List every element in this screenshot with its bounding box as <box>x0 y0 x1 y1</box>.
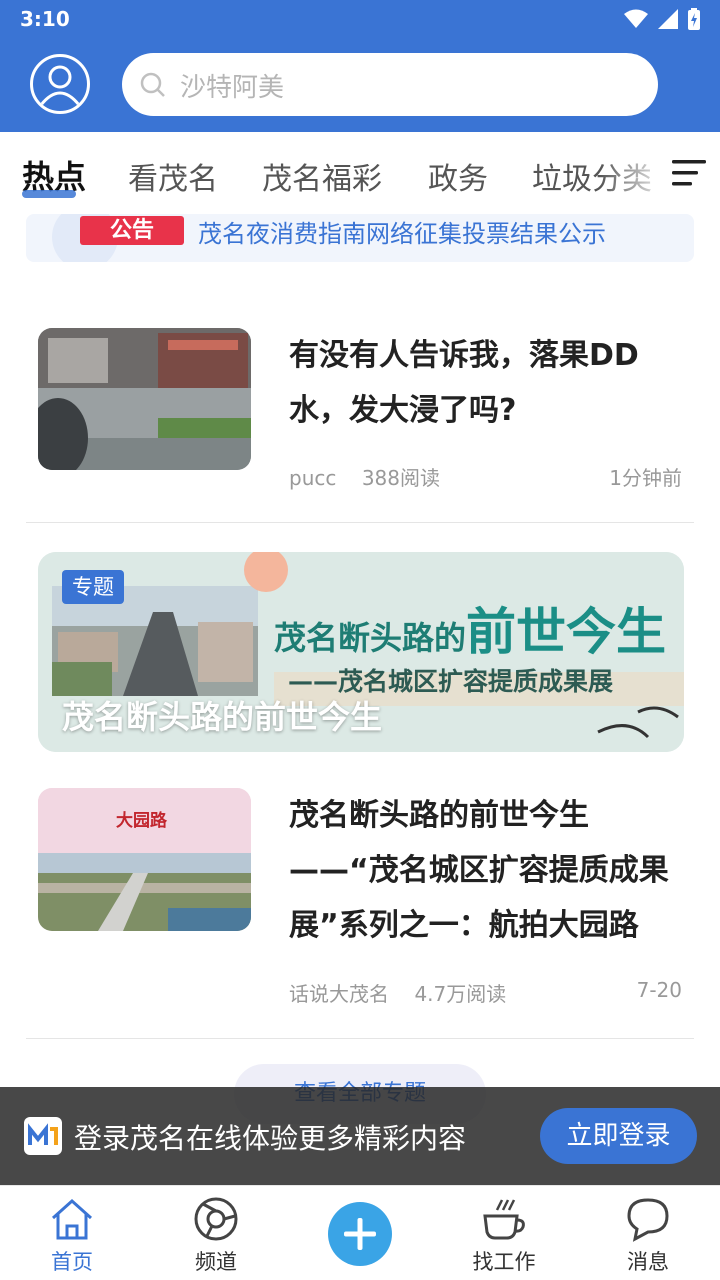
article-meta: 话说大茂名 4.7万阅读 <box>289 978 506 1007</box>
banner-title-prefix: 茂名断头路的 <box>274 619 467 657</box>
banner-tag: 专题 <box>62 570 124 604</box>
search-icon <box>140 72 165 97</box>
menu-icon[interactable] <box>672 160 706 186</box>
nav-home[interactable]: 首页 <box>12 1186 132 1280</box>
banner-title-big: 前世今生 <box>466 602 667 661</box>
channel-icon <box>194 1197 238 1241</box>
nav-channel[interactable]: 频道 <box>156 1186 276 1280</box>
bottom-nav: 首页 频道 找工作 消息 <box>0 1185 720 1280</box>
tab-lottery[interactable]: 茂名福彩 <box>262 154 382 198</box>
nav-label: 找工作 <box>472 1250 536 1274</box>
banner-title: 茂名断头路的前世今生 <box>274 592 666 664</box>
signal-icon <box>658 9 678 29</box>
article-time: 7-20 <box>636 978 682 1002</box>
article-author: pucc <box>289 466 337 490</box>
login-prompt-text: 登录茂名在线体验更多精彩内容 <box>74 1122 467 1155</box>
home-icon <box>51 1198 93 1240</box>
article-title[interactable]: 有没有人告诉我，落果DD水，发大浸了吗? <box>289 328 689 438</box>
coffee-icon <box>483 1199 525 1240</box>
tab-maoming[interactable]: 看茂名 <box>128 154 218 198</box>
tab-government[interactable]: 政务 <box>428 154 488 198</box>
nav-label: 消息 <box>627 1250 669 1274</box>
plus-icon <box>344 1218 376 1250</box>
article-thumbnail: 大园路 <box>38 788 251 931</box>
active-tab-indicator <box>22 190 76 198</box>
notice-badge: 公告 <box>80 216 184 245</box>
topic-banner[interactable]: 专题 茂名断头路的前世今生 ——茂名城区扩容提质成果展 茂名断头路的前世今生 <box>38 552 684 752</box>
login-prompt-bar: 登录茂名在线体验更多精彩内容 立即登录 <box>0 1087 720 1185</box>
divider <box>26 522 694 523</box>
wifi-icon <box>624 9 648 28</box>
article-reads: 4.7万阅读 <box>414 982 507 1006</box>
article-reads: 388阅读 <box>361 466 440 490</box>
article-author: 话说大茂名 <box>289 982 389 1006</box>
message-icon <box>627 1198 669 1242</box>
app-logo-icon <box>24 1117 62 1155</box>
app-screen: 3:10 沙特阿美 热点 看茂名 茂名福彩 政务 垃圾分类 公告 茂名夜消费指南… <box>0 0 720 1280</box>
nav-jobs[interactable]: 找工作 <box>444 1186 564 1280</box>
avatar[interactable] <box>30 54 90 114</box>
article-meta: pucc 388阅读 <box>289 462 440 491</box>
nav-label: 频道 <box>195 1250 237 1274</box>
search-placeholder: 沙特阿美 <box>180 73 285 103</box>
tab-fade <box>600 132 670 216</box>
status-bar: 3:10 <box>0 0 720 38</box>
flooded-street-image <box>38 328 251 470</box>
battery-icon <box>688 8 700 30</box>
channel-tabs: 热点 看茂名 茂名福彩 政务 垃圾分类 <box>0 132 720 216</box>
notice-bar[interactable]: 公告 茂名夜消费指南网络征集投票结果公示 <box>26 214 694 262</box>
login-button[interactable]: 立即登录 <box>540 1108 697 1164</box>
user-icon <box>39 65 81 106</box>
nav-messages[interactable]: 消息 <box>588 1186 708 1280</box>
nav-label: 首页 <box>51 1250 93 1274</box>
notice-text[interactable]: 茂名夜消费指南网络征集投票结果公示 <box>198 214 606 249</box>
divider <box>26 1038 694 1039</box>
article-thumbnail <box>38 328 251 470</box>
article-title[interactable]: 茂名断头路的前世今生——“茂名城区扩容提质成果展”系列之一：航拍大园路 <box>289 788 689 953</box>
banner-caption: 茂名断头路的前世今生 <box>62 698 383 736</box>
status-icons <box>624 8 700 30</box>
status-time: 3:10 <box>20 7 70 31</box>
publish-button[interactable] <box>328 1202 392 1266</box>
article-time: 1分钟前 <box>609 466 682 490</box>
thumbnail-overlay-text: 大园路 <box>116 811 167 831</box>
header: 3:10 沙特阿美 <box>0 0 720 132</box>
search-bar[interactable]: 沙特阿美 <box>122 53 658 116</box>
